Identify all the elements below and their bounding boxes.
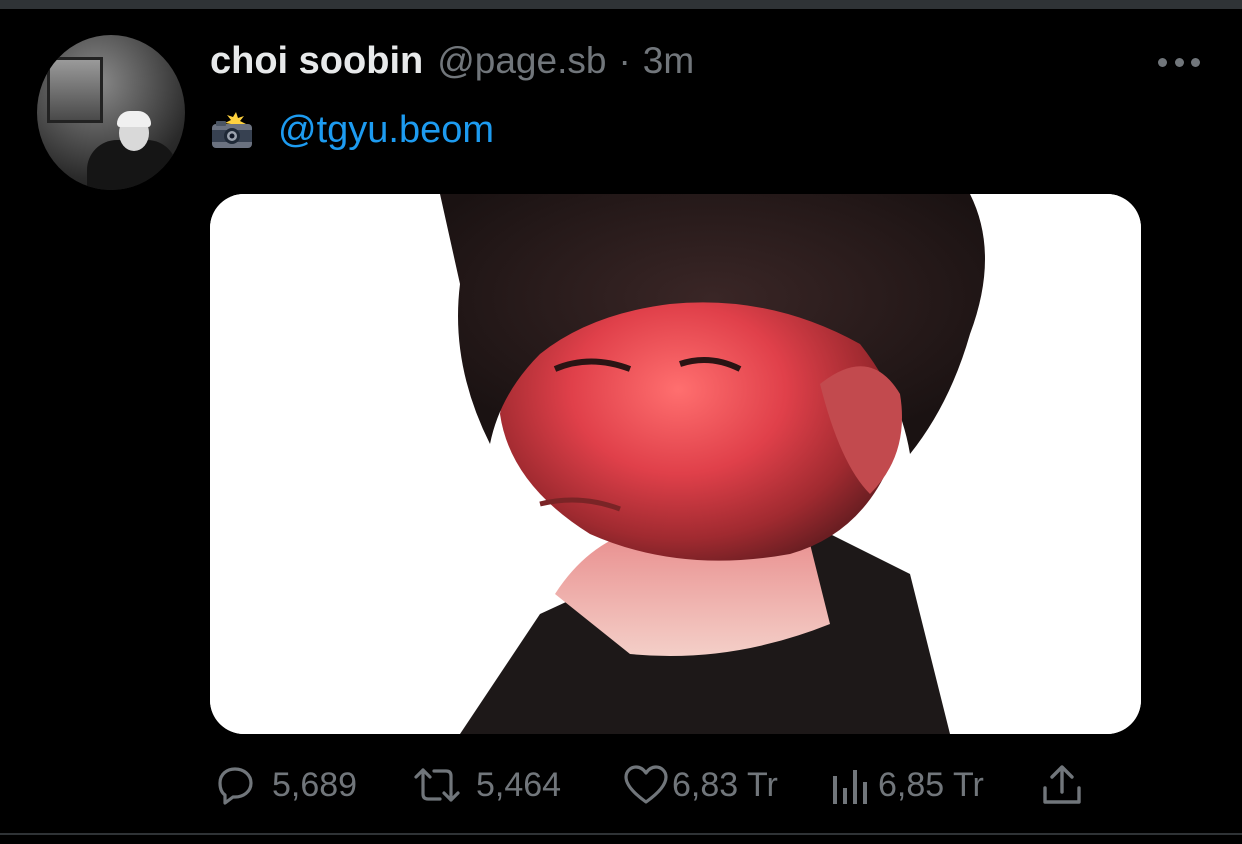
reply-icon (218, 767, 253, 805)
reply-count: 5,689 (272, 765, 358, 804)
retweet-count: 5,464 (476, 765, 562, 804)
tweet-timestamp[interactable]: 3m (643, 40, 694, 82)
tweet-header: choi soobin @page.sb · 3m (210, 40, 694, 86)
like-icon (624, 765, 668, 804)
more-icon[interactable] (1158, 52, 1200, 72)
camera-with-flash-icon (212, 112, 252, 148)
like-count: 6,83 Tr (672, 765, 778, 804)
like-button[interactable]: 6,83 Tr (622, 762, 830, 808)
portrait-photo (210, 194, 1141, 734)
avatar-background-window (47, 57, 103, 123)
author-handle[interactable]: @page.sb (437, 40, 606, 82)
header-separator: · (618, 40, 631, 81)
top-divider (0, 0, 1242, 9)
bottom-divider (0, 833, 1242, 835)
views-count: 6,85 Tr (878, 765, 984, 804)
retweet-button[interactable]: 5,464 (412, 762, 622, 808)
views-icon (833, 770, 867, 804)
avatar-person-hair (117, 111, 151, 127)
avatar[interactable] (37, 35, 185, 190)
tweet-media-image[interactable] (210, 194, 1141, 734)
mention-link[interactable]: @tgyu.beom (278, 109, 494, 152)
share-button[interactable] (1040, 762, 1084, 808)
retweet-icon (414, 768, 460, 802)
share-icon (1043, 765, 1081, 804)
reply-button[interactable]: 5,689 (212, 762, 412, 808)
author-name[interactable]: choi soobin (210, 40, 423, 83)
tweet-text: @tgyu.beom (210, 104, 494, 156)
views-button[interactable]: 6,85 Tr (830, 762, 1040, 808)
tweet-actions: 5,689 5,464 6,83 Tr 6,85 Tr (212, 756, 1084, 814)
